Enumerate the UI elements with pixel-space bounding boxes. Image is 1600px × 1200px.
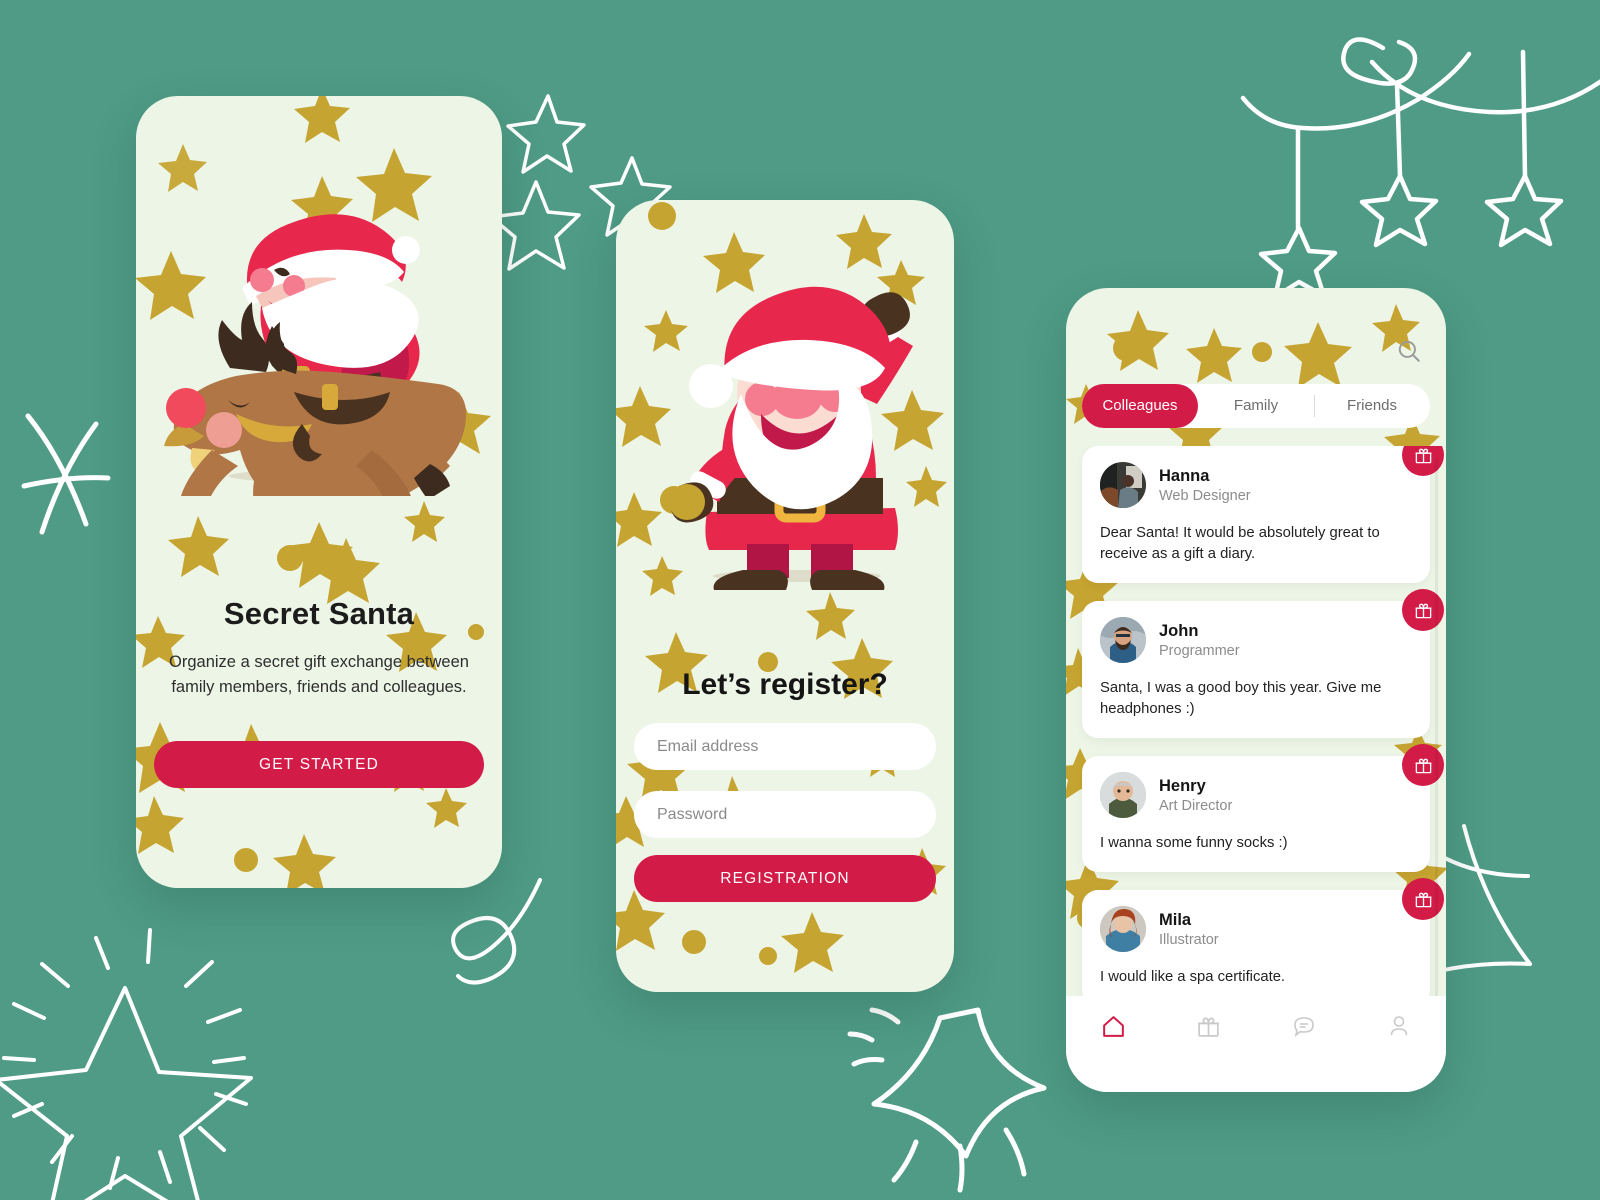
category-tabs: Colleagues Family Friends bbox=[1082, 384, 1430, 428]
wishlist-card-list[interactable]: Hanna Web Designer Dear Santa! It would … bbox=[1066, 446, 1446, 1020]
card-role: Art Director bbox=[1159, 798, 1233, 815]
radiating-star-doodle bbox=[0, 928, 253, 1200]
search-icon[interactable] bbox=[1396, 338, 1422, 364]
tab-colleagues[interactable]: Colleagues bbox=[1082, 384, 1198, 428]
wishlist-content: Colleagues Family Friends Hanna Web Desi… bbox=[1066, 288, 1446, 1092]
register-screen-body: Let’s register? REGISTRATION bbox=[616, 200, 954, 992]
home-icon[interactable] bbox=[1066, 1006, 1161, 1046]
list-item[interactable]: Henry Art Director I wanna some funny so… bbox=[1082, 744, 1444, 872]
page-subtitle: Organize a secret gift exchange between … bbox=[169, 653, 469, 697]
tab-family[interactable]: Family bbox=[1198, 384, 1314, 428]
get-started-button[interactable]: GET STARTED bbox=[154, 741, 484, 789]
card-message: I wanna some funny socks :) bbox=[1100, 835, 1288, 851]
phone-onboarding-screen: Secret Santa Organize a secret gift exch… bbox=[136, 96, 502, 888]
list-item[interactable]: John Programmer Santa, I was a good boy … bbox=[1082, 589, 1444, 738]
tab-friends[interactable]: Friends bbox=[1314, 384, 1430, 428]
card-header: Mila Illustrator bbox=[1100, 906, 1412, 952]
sparkle-cross-doodle bbox=[21, 413, 111, 535]
swirl-loop-doodle bbox=[451, 878, 542, 985]
card-identity: John Programmer bbox=[1159, 621, 1240, 660]
hanging-stars-garland-doodle bbox=[1240, 37, 1600, 300]
card-message: I would like a spa certificate. bbox=[1100, 969, 1286, 985]
page-title: Let’s register? bbox=[682, 668, 888, 701]
card-header: John Programmer bbox=[1100, 617, 1412, 663]
bottom-navigation bbox=[1066, 996, 1446, 1092]
avatar bbox=[1100, 617, 1146, 663]
list-item[interactable]: Hanna Web Designer Dear Santa! It would … bbox=[1082, 446, 1444, 583]
wishlist-screen-body: Colleagues Family Friends Hanna Web Desi… bbox=[1066, 288, 1446, 1092]
avatar bbox=[1100, 906, 1146, 952]
card-identity: Mila Illustrator bbox=[1159, 910, 1219, 949]
profile-icon[interactable] bbox=[1351, 1006, 1446, 1046]
list-item[interactable]: Mila Illustrator I would like a spa cert… bbox=[1082, 878, 1444, 1006]
page-title: Secret Santa bbox=[223, 596, 415, 631]
card-header: Henry Art Director bbox=[1100, 772, 1412, 818]
registration-button[interactable]: REGISTRATION bbox=[634, 855, 936, 902]
onboarding-screen-body: Secret Santa Organize a secret gift exch… bbox=[136, 96, 502, 888]
card-name: John bbox=[1159, 621, 1199, 640]
card-header: Hanna Web Designer bbox=[1100, 462, 1412, 508]
list-scrollbar[interactable] bbox=[1435, 458, 1438, 1018]
phone-register-screen: Let’s register? REGISTRATION bbox=[616, 200, 954, 992]
avatar bbox=[1100, 462, 1146, 508]
card-role: Illustrator bbox=[1159, 932, 1219, 949]
santa-riding-reindeer-illustration bbox=[164, 214, 467, 496]
card-identity: Hanna Web Designer bbox=[1159, 466, 1251, 505]
email-field[interactable] bbox=[634, 723, 936, 770]
card-role: Web Designer bbox=[1159, 488, 1251, 505]
card-role: Programmer bbox=[1159, 643, 1240, 660]
gift-icon[interactable] bbox=[1161, 1006, 1256, 1046]
card-identity: Henry Art Director bbox=[1159, 776, 1232, 815]
card-name: Hanna bbox=[1159, 466, 1210, 485]
card-name: Henry bbox=[1159, 776, 1206, 795]
card-message: Santa, I was a good boy this year. Give … bbox=[1100, 680, 1382, 717]
password-field[interactable] bbox=[634, 791, 936, 838]
avatar bbox=[1100, 772, 1146, 818]
onboarding-text-block: Secret Santa Organize a secret gift exch… bbox=[136, 596, 502, 789]
register-form: Let’s register? REGISTRATION bbox=[616, 668, 954, 902]
waving-santa-illustration bbox=[669, 286, 913, 590]
brush-star-doodle bbox=[847, 1007, 1047, 1193]
phone-wishlist-screen: Colleagues Family Friends Hanna Web Desi… bbox=[1066, 288, 1446, 1092]
chat-icon[interactable] bbox=[1256, 1006, 1351, 1046]
card-message: Dear Santa! It would be absolutely great… bbox=[1100, 525, 1380, 562]
card-name: Mila bbox=[1159, 910, 1192, 929]
